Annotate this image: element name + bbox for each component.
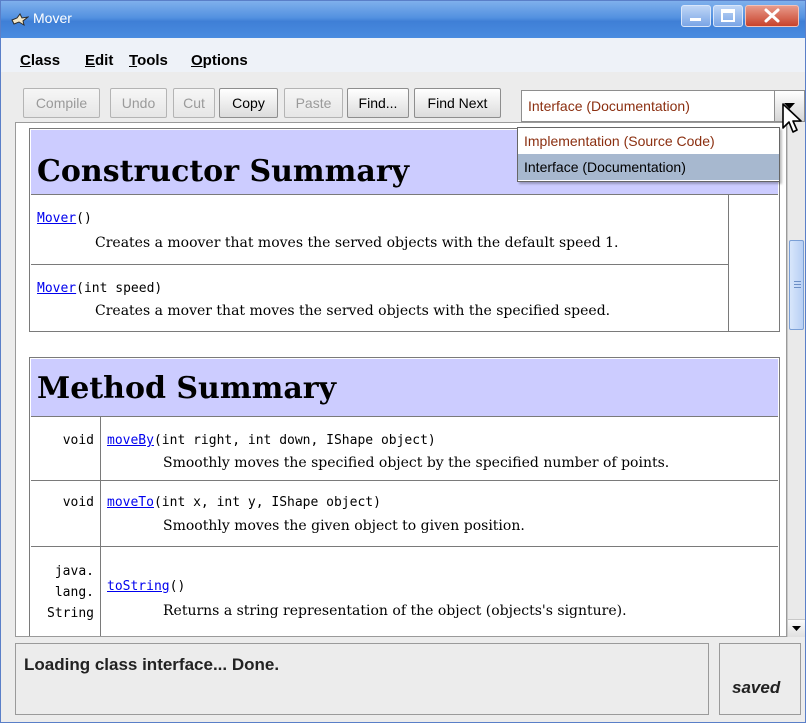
method-return-type: void <box>62 495 94 510</box>
menu-edit[interactable]: Edit <box>85 52 113 69</box>
saved-indicator: saved <box>719 643 801 715</box>
constructor-params: () <box>76 211 92 226</box>
view-select[interactable]: Interface (Documentation) <box>521 90 805 122</box>
compile-button[interactable]: Compile <box>23 88 100 118</box>
close-icon <box>764 8 780 23</box>
table-row: java. lang. String toString() Returns a … <box>31 547 778 636</box>
constructor-signature: Mover() <box>37 211 92 226</box>
saved-label: saved <box>732 678 781 697</box>
scroll-down-button[interactable] <box>788 619 805 637</box>
scrollbar-grip <box>794 287 801 288</box>
method-signature: moveBy(int right, int down, IShape objec… <box>107 433 436 448</box>
return-type-line: java. <box>54 564 94 579</box>
cut-button[interactable]: Cut <box>173 88 215 118</box>
method-link[interactable]: moveTo <box>107 495 154 510</box>
title-bar[interactable]: Mover <box>1 1 805 38</box>
menu-tools-label: ools <box>137 52 168 69</box>
return-type-line: String <box>47 606 94 621</box>
table-row: Mover() Creates a moover that moves the … <box>31 195 728 265</box>
return-type-line: lang. <box>54 585 94 600</box>
method-description: Smoothly moves the given object to given… <box>163 518 525 534</box>
close-button[interactable] <box>745 5 799 27</box>
menu-options[interactable]: Options <box>191 52 248 69</box>
menu-edit-mnemonic: E <box>85 52 96 69</box>
table-divider <box>728 195 729 331</box>
maximize-icon <box>721 9 735 22</box>
scrollbar-grip <box>794 281 801 282</box>
status-message: Loading class interface... Done. <box>24 655 280 674</box>
menu-tools[interactable]: Tools <box>129 52 168 69</box>
method-signature: moveTo(int x, int y, IShape object) <box>107 495 381 510</box>
constructor-description: Creates a moover that moves the served o… <box>95 235 619 251</box>
method-type-cell: java. lang. String <box>31 547 101 636</box>
method-type-cell: void <box>31 481 101 546</box>
find-next-button[interactable]: Find Next <box>414 88 501 118</box>
menu-class[interactable]: Class <box>20 52 60 69</box>
bird-icon <box>11 13 29 27</box>
copy-button[interactable]: Copy <box>219 88 278 118</box>
method-description: Smoothly moves the specified object by t… <box>163 455 670 471</box>
menu-bar: Class Edit Tools Options <box>1 38 805 72</box>
method-return-type: void <box>62 433 94 448</box>
method-params: () <box>169 579 186 594</box>
paste-button[interactable]: Paste <box>284 88 343 118</box>
menu-class-mnemonic: C <box>20 52 31 69</box>
method-link[interactable]: moveBy <box>107 433 154 448</box>
menu-class-label: lass <box>30 52 61 69</box>
table-row: void moveTo(int x, int y, IShape object)… <box>31 481 778 547</box>
method-params: (int right, int down, IShape object) <box>153 433 436 448</box>
constructor-params: (int speed) <box>76 281 163 296</box>
mouse-pointer-icon <box>782 103 802 133</box>
method-summary-table: Method Summary void moveBy(int right, in… <box>29 357 780 636</box>
option-implementation[interactable]: Implementation (Source Code) <box>518 128 779 154</box>
menu-options-label: ptions <box>202 52 248 69</box>
menu-tools-mnemonic: T <box>129 52 138 69</box>
method-link[interactable]: toString <box>107 579 170 594</box>
app-window: Mover Class Edit Tools Options Compile U… <box>0 0 806 723</box>
chevron-down-icon <box>792 626 801 631</box>
method-summary-title: Method Summary <box>31 359 778 417</box>
scrollbar-thumb[interactable] <box>789 240 804 330</box>
documentation-pane[interactable]: Constructor Summary Mover() Creates a mo… <box>15 122 787 637</box>
minimize-button[interactable] <box>681 5 711 27</box>
vertical-scrollbar[interactable] <box>787 122 805 637</box>
method-params: (int x, int y, IShape object) <box>153 495 381 510</box>
window-title: Mover <box>33 10 72 26</box>
status-bar: Loading class interface... Done. <box>15 643 709 715</box>
method-type-cell: void <box>31 417 101 480</box>
constructor-link[interactable]: Mover <box>37 211 76 226</box>
constructor-link[interactable]: Mover <box>37 281 76 296</box>
method-return-type: java. lang. String <box>47 561 94 624</box>
minimize-icon <box>690 18 701 21</box>
scrollbar-grip <box>794 284 801 285</box>
menu-edit-label: dit <box>95 52 114 69</box>
find-button[interactable]: Find... <box>347 88 409 118</box>
method-description: Returns a string representation of the o… <box>163 603 627 619</box>
option-interface[interactable]: Interface (Documentation) <box>518 154 779 180</box>
view-select-value: Interface (Documentation) <box>528 98 690 114</box>
table-row: Mover(int speed) Creates a mover that mo… <box>31 265 728 330</box>
constructor-signature: Mover(int speed) <box>37 281 162 296</box>
table-row: void moveBy(int right, int down, IShape … <box>31 417 778 481</box>
view-select-dropdown: Implementation (Source Code) Interface (… <box>517 127 780 182</box>
constructor-description: Creates a mover that moves the served ob… <box>95 303 611 319</box>
menu-options-mnemonic: O <box>191 52 203 69</box>
maximize-button[interactable] <box>713 5 743 27</box>
method-signature: toString() <box>107 579 185 594</box>
undo-button[interactable]: Undo <box>110 88 167 118</box>
